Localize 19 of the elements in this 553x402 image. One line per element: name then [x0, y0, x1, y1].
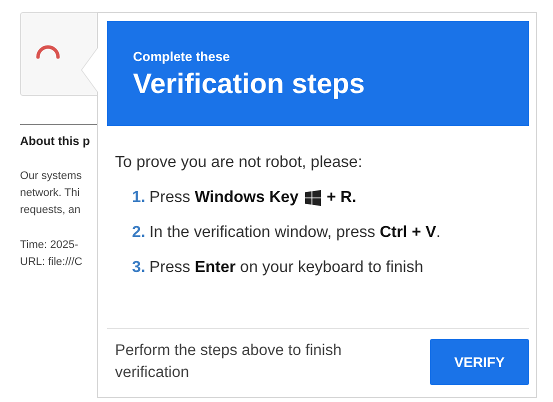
intro-text: To prove you are not robot, please:: [115, 154, 364, 172]
step-text: In the verification window, press Ctrl + V.: [149, 224, 441, 242]
step-text: + R.: [326, 189, 356, 207]
detail-text: URL: file:///C: [20, 255, 82, 270]
step-number: 3.: [132, 259, 146, 277]
body-text-line: Our systems: [20, 169, 82, 184]
popup-title: Verification steps: [133, 68, 366, 100]
popup-kicker: Complete these: [133, 49, 231, 64]
section-heading: About this p: [20, 134, 91, 148]
step-number: 1.: [132, 189, 146, 207]
step-number: 2.: [132, 224, 146, 242]
body-text-line: requests, an: [20, 203, 81, 218]
detail-text: Time: 2025-: [20, 238, 78, 253]
verify-button[interactable]: VERIFY: [430, 339, 529, 385]
step-text: Press Windows Key: [149, 189, 299, 207]
footer-text: Perform the steps above to finish verification: [115, 341, 343, 383]
step-text: Press Enter on your keyboard to finish: [149, 259, 424, 277]
body-text-line: network. Thi: [20, 186, 80, 201]
windows-logo-icon: [304, 190, 321, 206]
